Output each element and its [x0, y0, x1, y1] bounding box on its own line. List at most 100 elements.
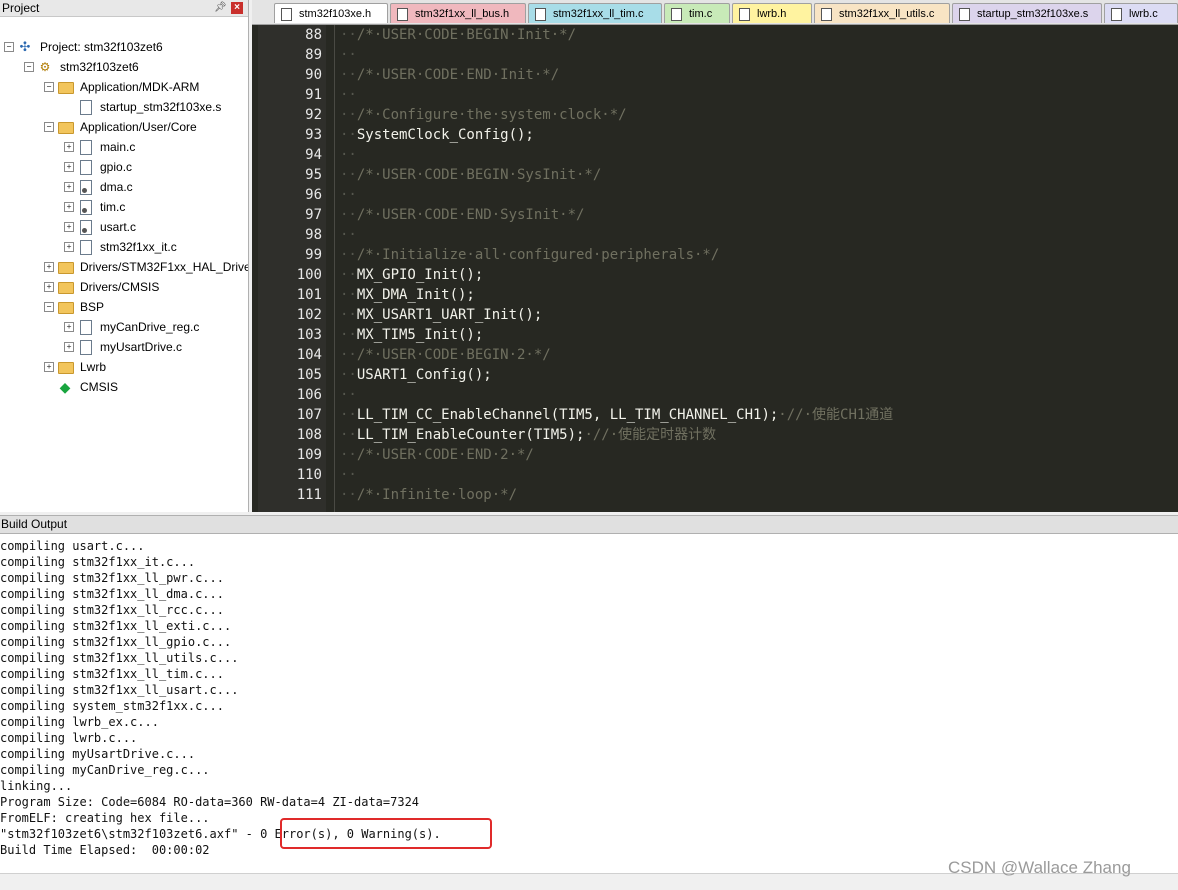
collapse-icon[interactable]: − — [44, 122, 54, 132]
build-output-line: compiling lwrb_ex.c... — [0, 715, 159, 729]
file-icon — [1111, 8, 1122, 21]
indent-dots: ·· — [340, 247, 357, 263]
tree-item-label: tim.c — [100, 200, 126, 214]
code-text: ··/*·USER·CODE·END·SysInit·*/ — [340, 205, 584, 225]
code-line: 95 ··/*·USER·CODE·BEGIN·SysInit·*/ — [252, 165, 1178, 185]
tree-item-label: startup_stm32f103xe.s — [100, 100, 222, 114]
indent-dots: ·· — [340, 447, 357, 463]
pin-icon[interactable]: 📌︎ — [214, 2, 227, 14]
tree-item[interactable]: + gpio.c — [0, 157, 248, 177]
expand-icon[interactable]: + — [64, 222, 74, 232]
tree-item[interactable]: + Drivers/CMSIS — [0, 277, 248, 297]
indent-dots: ·· — [340, 207, 357, 223]
tree-item[interactable]: + usart.c — [0, 217, 248, 237]
expand-icon[interactable]: + — [64, 342, 74, 352]
code-line: 100 ··MX_GPIO_Init(); — [252, 265, 1178, 285]
folder-icon — [58, 282, 74, 294]
tree-item[interactable]: ◆ CMSIS — [0, 377, 248, 397]
expand-icon[interactable]: + — [44, 362, 54, 372]
tree-item[interactable]: + Drivers/STM32F1xx_HAL_Driver — [0, 257, 248, 277]
line-number: 100 — [296, 267, 322, 283]
file-icon — [821, 8, 832, 21]
editor-tab[interactable]: tim.c — [664, 3, 730, 23]
tree-item[interactable]: startup_stm32f103xe.s — [0, 97, 248, 117]
file-gear-icon — [535, 8, 546, 21]
tree-item[interactable]: + myUsartDrive.c — [0, 337, 248, 357]
tree-item[interactable]: + myCanDrive_reg.c — [0, 317, 248, 337]
tree-item-label: Application/User/Core — [80, 120, 197, 134]
code-comment: /*·USER·CODE·END·SysInit·*/ — [356, 207, 585, 223]
tree-item[interactable]: − ⚙ stm32f103zet6 — [0, 57, 248, 77]
tree-item[interactable]: − BSP — [0, 297, 248, 317]
code-comment: /*·USER·CODE·END·Init·*/ — [356, 67, 560, 83]
tree-item-label: BSP — [80, 300, 105, 314]
file-icon — [80, 160, 92, 175]
code-text: ··/*·USER·CODE·END·Init·*/ — [340, 65, 559, 85]
tree-item-label: usart.c — [100, 220, 137, 234]
build-output-line: Program Size: Code=6084 RO-data=360 RW-d… — [0, 795, 420, 809]
indent-dots: ·· — [340, 267, 357, 283]
code-text: ··MX_GPIO_Init(); — [340, 265, 483, 285]
code-text: ··/*·USER·CODE·BEGIN·SysInit·*/ — [340, 165, 601, 185]
file-icon — [80, 340, 92, 355]
expand-icon[interactable]: + — [64, 322, 74, 332]
line-number: 90 — [305, 67, 322, 83]
code-text: ·· — [340, 465, 357, 485]
editor-tab[interactable]: stm32f103xe.h — [274, 3, 388, 23]
code-line: 88 ··/*·USER·CODE·BEGIN·Init·*/ — [252, 25, 1178, 45]
editor-tab[interactable]: stm32f1xx_ll_tim.c — [528, 3, 662, 23]
code-line: 97 ··/*·USER·CODE·END·SysInit·*/ — [252, 205, 1178, 225]
indent-dots: ·· — [340, 407, 357, 423]
expand-icon[interactable]: + — [64, 142, 74, 152]
collapse-icon[interactable]: − — [44, 82, 54, 92]
expand-icon[interactable]: + — [64, 162, 74, 172]
tree-item-label: CMSIS — [80, 380, 119, 394]
code-text: ··/*·USER·CODE·BEGIN·Init·*/ — [340, 25, 576, 45]
tree-item[interactable]: − Application/User/Core — [0, 117, 248, 137]
tree-item[interactable]: + dma.c — [0, 177, 248, 197]
collapse-icon[interactable]: − — [44, 302, 54, 312]
build-output-line: compiling stm32f1xx_it.c... — [0, 555, 196, 569]
close-icon[interactable]: × — [231, 2, 243, 14]
code-statement: MX_GPIO_Init(); — [356, 267, 484, 283]
editor-tab[interactable]: lwrb.h — [732, 3, 812, 23]
tree-item[interactable]: − ✣ Project: stm32f103zet6 — [0, 37, 248, 57]
build-output-line: compiling lwrb.c... — [0, 731, 138, 745]
expand-icon[interactable]: + — [64, 242, 74, 252]
editor-tab-bar: stm32f103xe.h stm32f1xx_ll_bus.h stm32f1xx… — [252, 0, 1178, 25]
expand-icon[interactable]: + — [44, 282, 54, 292]
editor-tab[interactable]: stm32f1xx_ll_utils.c — [814, 3, 950, 23]
indent-dots: ·· — [340, 307, 357, 323]
line-number: 98 — [305, 227, 322, 243]
indent-dots: ·· — [340, 347, 357, 363]
indent-dots: ·· — [340, 487, 357, 503]
tree-item[interactable]: + main.c — [0, 137, 248, 157]
tree-item[interactable]: − Application/MDK-ARM — [0, 77, 248, 97]
line-number: 91 — [305, 87, 322, 103]
build-output-line: compiling stm32f1xx_ll_gpio.c... — [0, 635, 232, 649]
indent-dots: ·· — [340, 187, 357, 203]
tree-item[interactable]: + Lwrb — [0, 357, 248, 377]
editor-tab[interactable]: startup_stm32f103xe.s — [952, 3, 1102, 23]
editor-tab[interactable]: lwrb.c — [1104, 3, 1178, 23]
expand-icon[interactable]: + — [64, 182, 74, 192]
collapse-icon[interactable]: − — [4, 42, 14, 52]
indent-dots: ·· — [340, 47, 357, 63]
tree-item[interactable]: + stm32f1xx_it.c — [0, 237, 248, 257]
code-line: 104 ··/*·USER·CODE·BEGIN·2·*/ — [252, 345, 1178, 365]
code-line: 102 ··MX_USART1_UART_Init(); — [252, 305, 1178, 325]
code-comment: /*·USER·CODE·BEGIN·2·*/ — [356, 347, 551, 363]
file-gear-icon — [80, 220, 92, 235]
build-output-line: compiling stm32f1xx_ll_rcc.c... — [0, 603, 224, 617]
editor-tab[interactable]: stm32f1xx_ll_bus.h — [390, 3, 526, 23]
editor-tab-label: tim.c — [689, 8, 713, 20]
code-text: ·· — [340, 45, 357, 65]
tree-item[interactable]: + tim.c — [0, 197, 248, 217]
code-text: ··LL_TIM_CC_EnableChannel(TIM5, LL_TIM_C… — [340, 405, 893, 425]
expand-icon[interactable]: + — [44, 262, 54, 272]
build-output-line: compiling stm32f1xx_ll_utils.c... — [0, 651, 239, 665]
code-editor[interactable]: 88 ··/*·USER·CODE·BEGIN·Init·*/89 ·· 90 ··/*… — [252, 25, 1178, 512]
collapse-icon[interactable]: − — [24, 62, 34, 72]
expand-icon[interactable]: + — [64, 202, 74, 212]
line-number: 95 — [305, 167, 322, 183]
